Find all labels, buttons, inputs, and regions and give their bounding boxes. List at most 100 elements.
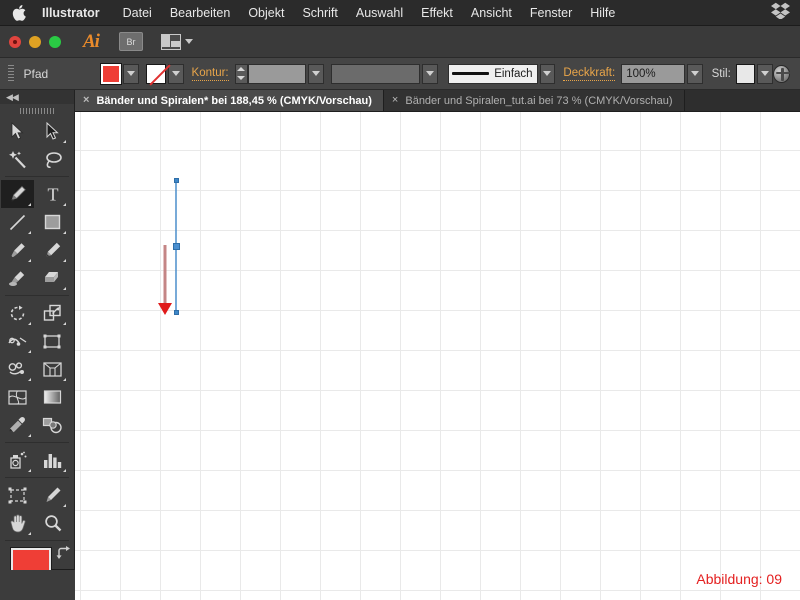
pen-tool[interactable] bbox=[1, 180, 34, 208]
blob-brush-tool[interactable] bbox=[1, 264, 34, 292]
tool-flyout-indicator bbox=[28, 322, 31, 325]
close-icon[interactable]: × bbox=[83, 95, 89, 106]
menu-item-auswahl[interactable]: Auswahl bbox=[347, 0, 412, 26]
menu-item-objekt[interactable]: Objekt bbox=[239, 0, 293, 26]
tool-flyout-indicator bbox=[63, 378, 66, 381]
tool-flyout-indicator bbox=[63, 287, 66, 290]
stroke-weight-dropdown[interactable] bbox=[307, 63, 324, 84]
fill-swatch-dropdown[interactable] bbox=[122, 63, 139, 84]
tool-flyout-indicator bbox=[63, 469, 66, 472]
direct-selection-tool[interactable] bbox=[36, 117, 69, 145]
magic-wand-tool[interactable] bbox=[1, 145, 34, 173]
free-transform-tool[interactable] bbox=[36, 327, 69, 355]
zoom-window-button[interactable] bbox=[49, 35, 61, 48]
tool-flyout-indicator bbox=[63, 322, 66, 325]
stroke-profile-field[interactable]: Einfach bbox=[447, 63, 538, 84]
shape-builder-tool[interactable] bbox=[1, 355, 34, 383]
tools-panel-header[interactable]: ◀◀ bbox=[0, 90, 74, 104]
variable-width-dropdown[interactable] bbox=[422, 63, 439, 84]
tool-group-navigation bbox=[0, 481, 74, 537]
eyedropper-tool[interactable] bbox=[1, 411, 34, 439]
tool-divider bbox=[5, 176, 69, 177]
scale-tool[interactable] bbox=[36, 299, 69, 327]
bridge-button[interactable]: Br bbox=[118, 32, 143, 51]
opacity-field[interactable]: 100% bbox=[621, 63, 685, 84]
tool-flyout-indicator bbox=[63, 504, 66, 507]
menu-item-fenster[interactable]: Fenster bbox=[521, 0, 581, 26]
style-label: Stil: bbox=[711, 67, 731, 80]
pencil-tool[interactable] bbox=[36, 236, 69, 264]
zoom-tool[interactable] bbox=[36, 509, 69, 537]
symbol-sprayer-tool[interactable] bbox=[1, 446, 34, 474]
stroke-profile-label: Einfach bbox=[494, 67, 533, 80]
hand-tool[interactable] bbox=[1, 509, 34, 537]
eraser-tool[interactable] bbox=[36, 264, 69, 292]
stroke-weight-label[interactable]: Kontur: bbox=[191, 67, 229, 81]
graphic-style-swatch[interactable] bbox=[735, 63, 756, 84]
gradient-tool[interactable] bbox=[36, 383, 69, 411]
tool-group-symbols bbox=[0, 446, 74, 474]
swap-fill-stroke-icon[interactable] bbox=[56, 546, 71, 564]
opacity-dropdown[interactable] bbox=[686, 63, 703, 84]
stroke-swatch-dropdown[interactable] bbox=[167, 63, 184, 84]
stroke-weight-field[interactable] bbox=[247, 63, 306, 84]
menu-item-hilfe[interactable]: Hilfe bbox=[581, 0, 624, 26]
selection-tool[interactable] bbox=[1, 117, 34, 145]
tool-flyout-indicator bbox=[28, 469, 31, 472]
svg-text:T: T bbox=[47, 185, 58, 203]
application-bar: Ai Br bbox=[0, 26, 800, 58]
menubar-status-items bbox=[771, 0, 790, 26]
tool-divider bbox=[5, 295, 69, 296]
graphic-style-dropdown[interactable] bbox=[757, 63, 774, 84]
path-anchor-point-bottom[interactable] bbox=[173, 309, 179, 315]
paintbrush-tool[interactable] bbox=[1, 236, 34, 264]
window-controls bbox=[9, 35, 69, 48]
menu-item-effekt[interactable]: Effekt bbox=[412, 0, 462, 26]
artwork-layer bbox=[75, 112, 800, 600]
stroke-profile-dropdown[interactable] bbox=[539, 63, 556, 84]
path-anchor-point-selected[interactable] bbox=[172, 242, 180, 250]
document-tab-inactive[interactable]: × Bänder und Spiralen_tut.ai bei 73 % (C… bbox=[383, 90, 685, 111]
menu-item-schrift[interactable]: Schrift bbox=[293, 0, 346, 26]
rectangle-tool[interactable] bbox=[36, 208, 69, 236]
perspective-grid-tool[interactable] bbox=[36, 355, 69, 383]
menu-item-illustrator[interactable]: Illustrator bbox=[42, 0, 114, 26]
collapse-panel-icon[interactable]: ◀◀ bbox=[6, 92, 19, 103]
close-icon[interactable]: × bbox=[392, 95, 398, 106]
width-tool[interactable] bbox=[1, 327, 34, 355]
tool-flyout-indicator bbox=[28, 532, 31, 535]
type-tool[interactable]: T bbox=[36, 180, 69, 208]
apple-logo-icon[interactable] bbox=[12, 4, 28, 22]
document-canvas[interactable]: Abbildung: 09 bbox=[75, 112, 800, 600]
menu-item-datei[interactable]: Datei bbox=[114, 0, 161, 26]
document-tab-active[interactable]: × Bänder und Spiralen* bei 188,45 % (CMY… bbox=[75, 90, 384, 111]
macos-menu-bar: Illustrator Datei Bearbeiten Objekt Schr… bbox=[0, 0, 800, 26]
stroke-color-swatch[interactable] bbox=[146, 63, 166, 84]
selected-object-type-label: Pfad bbox=[23, 66, 49, 81]
stroke-weight-stepper[interactable] bbox=[234, 63, 248, 84]
variable-width-field[interactable] bbox=[331, 63, 421, 84]
menu-item-bearbeiten[interactable]: Bearbeiten bbox=[161, 0, 239, 26]
path-anchor-point-top[interactable] bbox=[173, 177, 179, 183]
rotate-tool[interactable] bbox=[1, 299, 34, 327]
tools-panel-grip[interactable] bbox=[0, 104, 74, 117]
chevron-down-icon bbox=[761, 71, 770, 76]
menu-item-ansicht[interactable]: Ansicht bbox=[462, 0, 521, 26]
artboard-tool[interactable] bbox=[1, 481, 34, 509]
tool-flyout-indicator bbox=[28, 231, 31, 234]
dropbox-icon[interactable] bbox=[771, 2, 790, 24]
stroke-profile-preview-icon bbox=[451, 72, 490, 75]
blend-tool[interactable] bbox=[36, 411, 69, 439]
arrange-documents-button[interactable] bbox=[160, 33, 193, 50]
fill-color-swatch[interactable] bbox=[100, 62, 122, 85]
mesh-tool[interactable] bbox=[1, 383, 34, 411]
lasso-tool[interactable] bbox=[36, 145, 69, 173]
globe-icon[interactable] bbox=[773, 64, 791, 83]
control-bar-grip[interactable] bbox=[8, 64, 14, 83]
opacity-label[interactable]: Deckkraft: bbox=[563, 67, 616, 81]
line-segment-tool[interactable] bbox=[1, 208, 34, 236]
minimize-window-button[interactable] bbox=[29, 35, 41, 48]
slice-tool[interactable] bbox=[36, 481, 69, 509]
column-graph-tool[interactable] bbox=[36, 446, 69, 474]
close-window-button[interactable] bbox=[9, 35, 21, 48]
